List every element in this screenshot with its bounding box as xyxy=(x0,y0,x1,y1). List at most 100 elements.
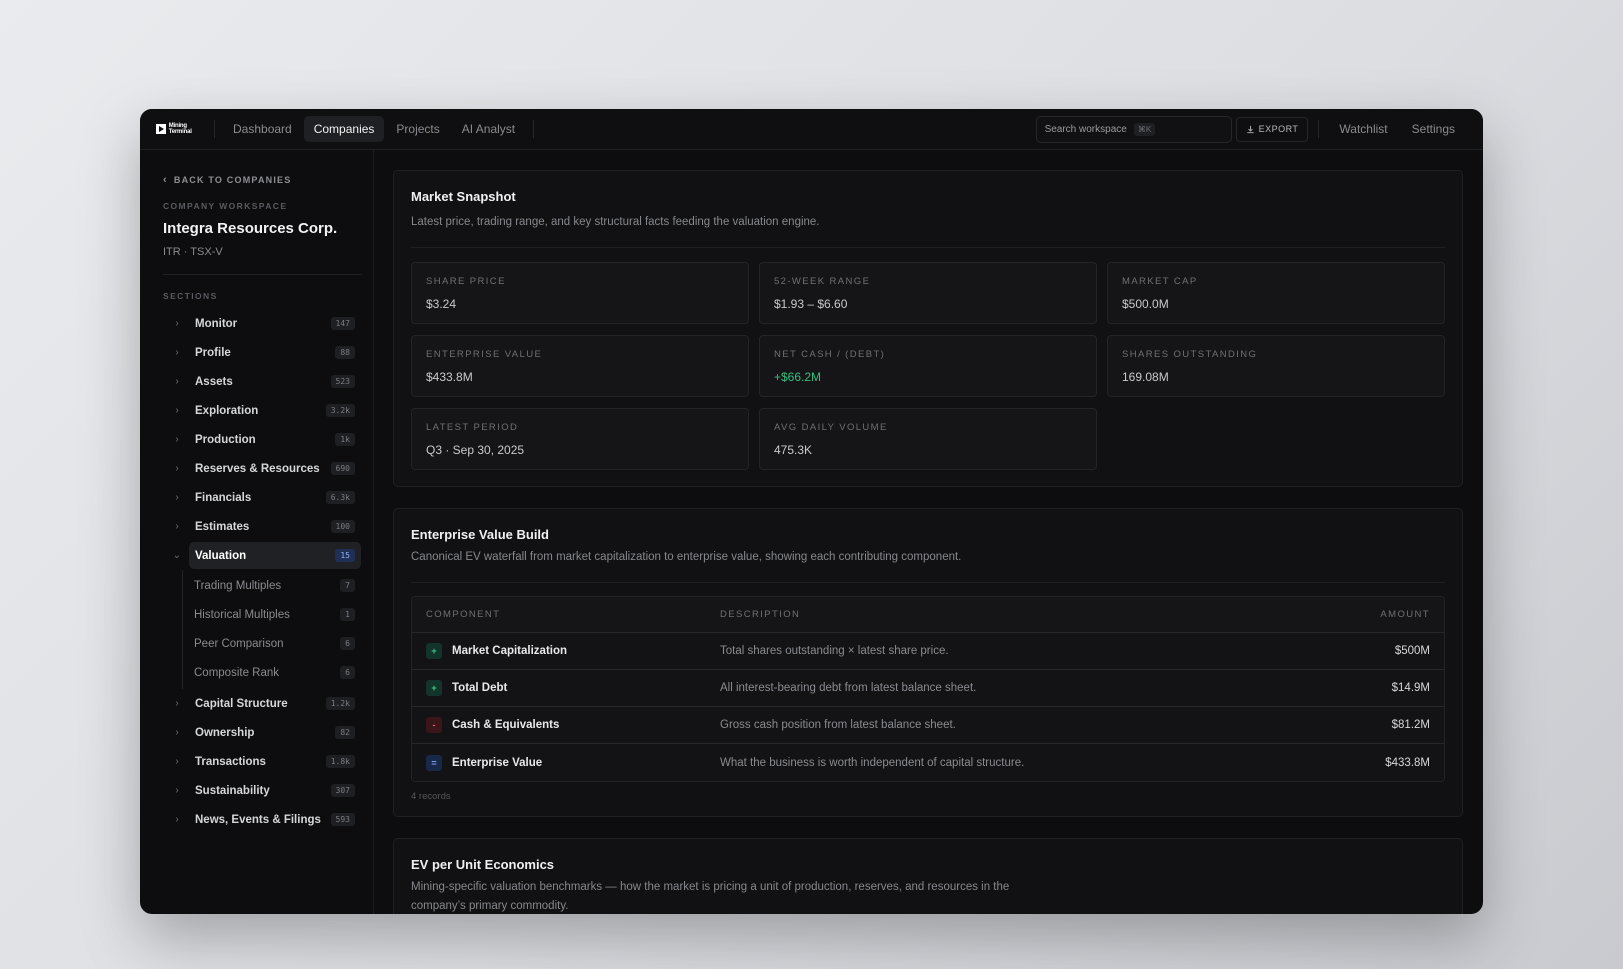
count-badge: 3.2k xyxy=(325,404,355,417)
section-label: Sustainability xyxy=(195,784,270,797)
search-placeholder: Search workspace xyxy=(1044,123,1127,135)
component-name: Market Capitalization xyxy=(452,645,568,657)
column-header-component[interactable]: COMPONENT xyxy=(426,609,720,620)
section-profile[interactable]: › Profile 88 xyxy=(163,338,361,367)
section-assets[interactable]: › Assets 523 xyxy=(163,367,361,396)
stat-value: $500.0M xyxy=(1122,297,1169,311)
section-label: Profile xyxy=(195,346,231,359)
subsection-trading-multiples[interactable]: Trading Multiples 7 xyxy=(183,571,361,600)
column-header-amount[interactable]: AMOUNT xyxy=(1270,609,1430,620)
table-row[interactable]: - Cash & Equivalents Gross cash position … xyxy=(412,707,1444,744)
stat-label: LATEST PERIOD xyxy=(426,422,519,433)
section-label: Exploration xyxy=(195,404,259,417)
export-button[interactable]: EXPORT xyxy=(1235,116,1309,142)
top-bar: Mining Terminal Dashboard Companies Proj… xyxy=(140,109,1483,150)
nav-companies[interactable]: Companies xyxy=(303,116,385,142)
section-label: Monitor xyxy=(195,317,238,330)
component-amount: $500M xyxy=(1394,645,1430,657)
sidebar: ‹ BACK TO COMPANIES COMPANY WORKSPACE In… xyxy=(140,150,374,914)
component-description: All interest-bearing debt from latest ba… xyxy=(720,682,977,694)
stat-enterprise-value: ENTERPRISE VALUE $433.8M xyxy=(411,335,749,397)
stat-value: $433.8M xyxy=(426,370,473,384)
chevron-right-icon: › xyxy=(175,434,179,445)
minus-icon: - xyxy=(426,717,442,733)
market-snapshot-card: Market Snapshot Latest price, trading ra… xyxy=(393,170,1463,487)
stat-label: NET CASH / (DEBT) xyxy=(774,349,886,360)
subsection-composite-rank[interactable]: Composite Rank 6 xyxy=(183,658,361,687)
count-badge: 82 xyxy=(335,726,355,739)
section-exploration[interactable]: › Exploration 3.2k xyxy=(163,396,361,425)
component-amount: $433.8M xyxy=(1385,756,1430,769)
count-badge: 6 xyxy=(340,666,355,679)
nav-dashboard[interactable]: Dashboard xyxy=(223,116,302,142)
nav-projects[interactable]: Projects xyxy=(386,116,449,142)
subsection-label: Historical Multiples xyxy=(194,608,290,621)
stat-share-price: SHARE PRICE $3.24 xyxy=(411,262,749,324)
card-subtitle: Canonical EV waterfall from market capit… xyxy=(411,551,962,563)
divider xyxy=(411,582,1445,583)
chevron-right-icon: › xyxy=(175,347,179,358)
app-logo[interactable]: Mining Terminal xyxy=(156,123,194,135)
subsection-peer-comparison[interactable]: Peer Comparison 6 xyxy=(183,629,361,658)
section-production[interactable]: › Production 1k xyxy=(163,425,361,454)
settings-link[interactable]: Settings xyxy=(1400,122,1467,136)
stat-latest-period: LATEST PERIOD Q3 · Sep 30, 2025 xyxy=(411,408,749,470)
divider xyxy=(163,274,362,275)
divider xyxy=(214,120,215,138)
stat-value: $1.93 – $6.60 xyxy=(774,297,848,311)
back-to-companies-link[interactable]: ‹ BACK TO COMPANIES xyxy=(163,174,361,186)
count-badge: 1.8k xyxy=(325,755,355,768)
section-transactions[interactable]: › Transactions 1.8k xyxy=(163,747,361,776)
section-financials[interactable]: › Financials 6.3k xyxy=(163,483,361,512)
section-label: Assets xyxy=(195,375,233,388)
nav-ai-analyst[interactable]: AI Analyst xyxy=(452,116,525,142)
watchlist-link[interactable]: Watchlist xyxy=(1327,122,1399,136)
stat-label: SHARE PRICE xyxy=(426,276,506,287)
card-title: Enterprise Value Build xyxy=(411,527,549,542)
plus-icon: + xyxy=(426,680,442,696)
count-badge: 6 xyxy=(340,637,355,650)
search-input[interactable]: Search workspace ⌘K xyxy=(1035,115,1232,143)
card-title: Market Snapshot xyxy=(411,189,516,204)
stat-value: $3.24 xyxy=(426,297,457,311)
count-badge: 1 xyxy=(340,608,355,621)
section-valuation[interactable]: ⌄ Valuation 15 xyxy=(163,541,361,570)
column-header-description[interactable]: DESCRIPTION xyxy=(720,609,1270,620)
count-badge: 1.2k xyxy=(325,697,355,710)
table-row[interactable]: + Total Debt All interest-bearing debt fr… xyxy=(412,670,1444,707)
table-row[interactable]: = Enterprise Value What the business is w… xyxy=(412,744,1444,781)
workspace-label: COMPANY WORKSPACE xyxy=(163,201,288,211)
section-reserves-resources[interactable]: › Reserves & Resources 690 xyxy=(163,454,361,483)
sections-label: SECTIONS xyxy=(163,291,218,301)
export-label: EXPORT xyxy=(1258,124,1299,134)
subsection-historical-multiples[interactable]: Historical Multiples 1 xyxy=(183,600,361,629)
stat-label: AVG DAILY VOLUME xyxy=(774,422,888,433)
component-name: Total Debt xyxy=(452,682,508,694)
section-sustainability[interactable]: › Sustainability 307 xyxy=(163,776,361,805)
stat-shares-outstanding: SHARES OUTSTANDING 169.08M xyxy=(1107,335,1445,397)
plus-icon: + xyxy=(426,643,442,659)
chevron-right-icon: › xyxy=(175,376,179,387)
count-badge: 147 xyxy=(330,317,355,330)
card-subtitle: Latest price, trading range, and key str… xyxy=(411,216,820,228)
divider xyxy=(411,247,1445,248)
main-content[interactable]: Market Snapshot Latest price, trading ra… xyxy=(374,150,1483,914)
chevron-right-icon: › xyxy=(175,814,179,825)
table-header: COMPONENT DESCRIPTION AMOUNT xyxy=(412,597,1444,633)
section-monitor[interactable]: › Monitor 147 xyxy=(163,309,361,338)
section-ownership[interactable]: › Ownership 82 xyxy=(163,718,361,747)
section-capital-structure[interactable]: › Capital Structure 1.2k xyxy=(163,689,361,718)
section-news-events-filings[interactable]: › News, Events & Filings 593 xyxy=(163,805,361,834)
section-estimates[interactable]: › Estimates 100 xyxy=(163,512,361,541)
topbar-actions: Search workspace ⌘K EXPORT Watchlist Set… xyxy=(1035,115,1467,143)
records-count: 4 records xyxy=(411,791,451,802)
chevron-right-icon: › xyxy=(175,405,179,416)
component-description: What the business is worth independent o… xyxy=(720,756,1025,769)
logo-text: Mining Terminal xyxy=(168,123,192,135)
section-label: News, Events & Filings xyxy=(195,813,321,826)
ev-table: COMPONENT DESCRIPTION AMOUNT + Market Cap… xyxy=(411,596,1445,782)
section-label: Estimates xyxy=(195,520,250,533)
stat-net-cash: NET CASH / (DEBT) +$66.2M xyxy=(759,335,1097,397)
table-row[interactable]: + Market Capitalization Total shares outs… xyxy=(412,633,1444,670)
component-description: Total shares outstanding × latest share … xyxy=(720,645,949,657)
